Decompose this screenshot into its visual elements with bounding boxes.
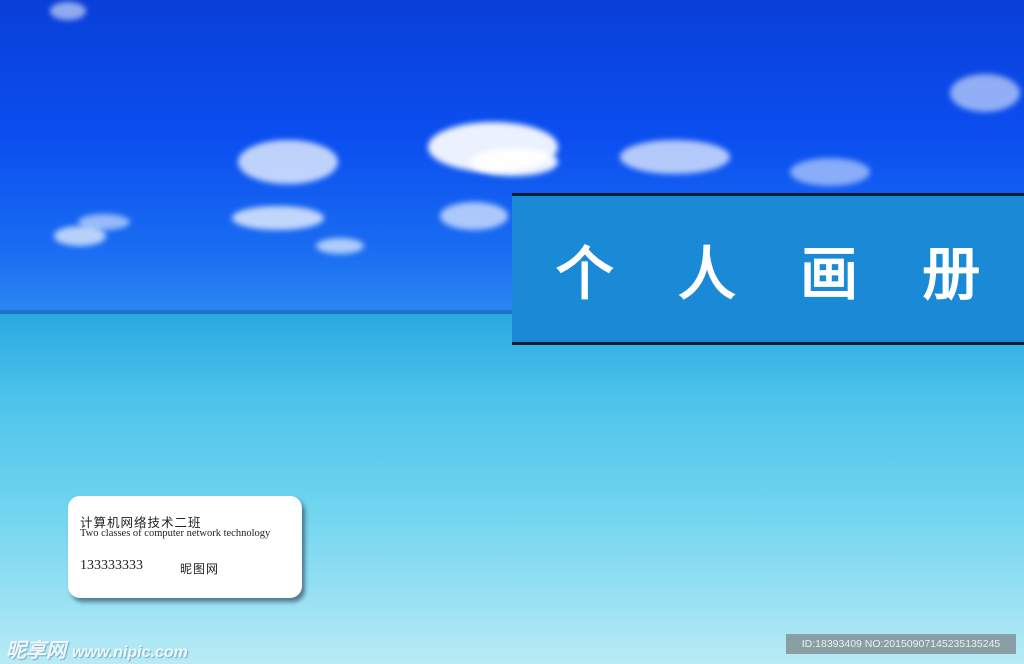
sea-background xyxy=(0,314,1024,664)
cover-page: 个 人 画 册 计算机网络技术二班 Two classes of compute… xyxy=(0,0,1024,664)
class-name-en: Two classes of computer network technolo… xyxy=(80,528,271,539)
author-name: 昵图网 xyxy=(180,562,220,576)
watermark-brand: 昵享网 xyxy=(6,640,66,662)
page-title: 个 人 画 册 xyxy=(555,240,1003,308)
watermark-id: ID:18393409 NO:20150907145235135245 xyxy=(786,634,1016,654)
cloud xyxy=(50,2,86,20)
cloud xyxy=(790,158,870,186)
cloud xyxy=(78,214,130,230)
cloud xyxy=(440,202,508,230)
cloud xyxy=(238,140,338,184)
phone-number: 133333333 xyxy=(80,558,143,573)
cloud xyxy=(620,140,730,174)
title-banner: 个 人 画 册 xyxy=(512,193,1024,345)
info-card: 计算机网络技术二班 Two classes of computer networ… xyxy=(68,496,302,598)
cloud xyxy=(232,206,324,230)
watermark-url: www.nipic.com xyxy=(72,644,188,661)
cloud xyxy=(470,148,558,176)
cloud xyxy=(950,74,1020,112)
cloud xyxy=(316,238,364,254)
watermark-logo: 昵享网 www.nipic.com xyxy=(6,634,188,663)
